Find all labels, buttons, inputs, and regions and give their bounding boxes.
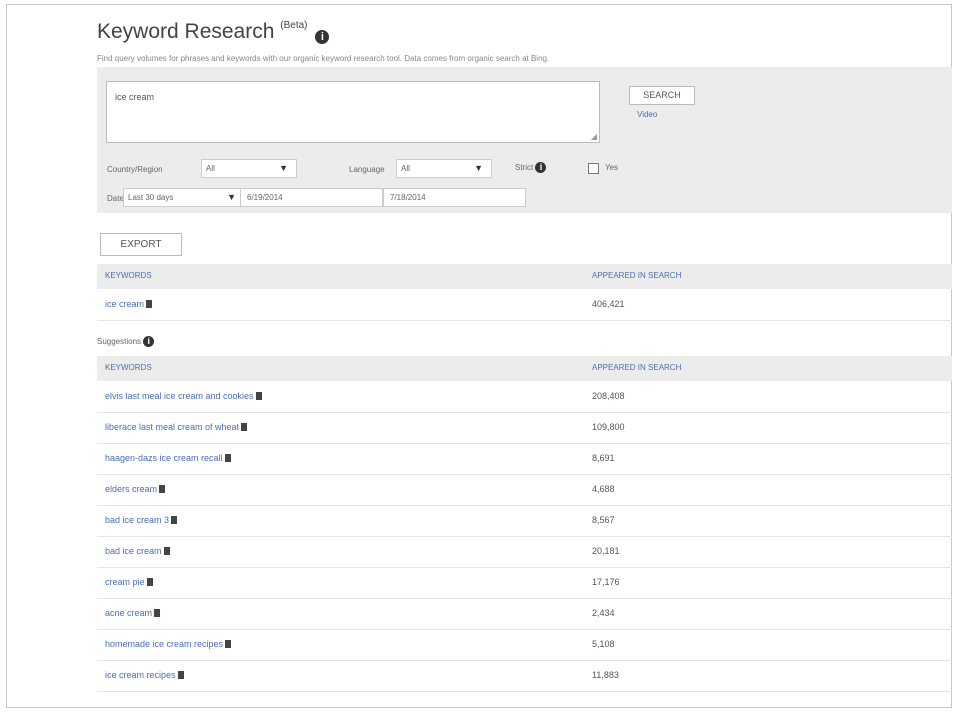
suggestions-label: Suggestions i <box>97 336 155 347</box>
appeared-count: 109,800 <box>592 422 625 432</box>
keyword-link[interactable]: bad ice cream 3 <box>105 515 178 525</box>
info-icon[interactable]: i <box>143 336 155 347</box>
language-value: All <box>401 164 410 173</box>
keyword-link[interactable]: elvis last meal ice cream and cookies <box>105 391 262 401</box>
keyword-text: bad ice cream 3 <box>105 515 170 525</box>
country-select[interactable]: All ▼ <box>201 159 297 178</box>
beta-badge: (Beta) <box>280 20 308 31</box>
copy-icon[interactable] <box>159 485 166 493</box>
keyword-text: liberace last meal cream of wheat <box>105 422 240 432</box>
table-row: cream pie 17,176 <box>97 568 952 599</box>
table-row: bad ice cream 3 8,567 <box>97 506 952 537</box>
keyword-link[interactable]: ice cream recipes <box>105 670 184 680</box>
table-row: elvis last meal ice cream and cookies 20… <box>97 382 952 413</box>
copy-icon[interactable] <box>146 300 153 308</box>
suggestions-table-header: KEYWORDS APPEARED IN SEARCH <box>97 356 952 381</box>
table-row: haagen-dazs ice cream recall 8,691 <box>97 444 952 475</box>
appeared-count: 20,181 <box>592 546 620 556</box>
appeared-count: 406,421 <box>592 299 625 309</box>
appeared-count: 8,567 <box>592 515 615 525</box>
dropdown-arrow-icon: ▼ <box>279 163 288 173</box>
strict-label-text: Strict <box>515 163 534 172</box>
appeared-count: 5,108 <box>592 639 615 649</box>
country-value: All <box>206 164 215 173</box>
keyword-text: bad ice cream <box>105 546 162 556</box>
keyword-text: ice cream recipes <box>105 670 176 680</box>
suggestions-label-text: Suggestions <box>97 337 142 346</box>
appeared-count: 8,691 <box>592 453 615 463</box>
table-row: ice cream recipes 11,883 <box>97 661 952 692</box>
copy-icon[interactable] <box>224 454 231 462</box>
appeared-column-header[interactable]: APPEARED IN SEARCH <box>592 363 681 372</box>
copy-icon[interactable] <box>177 671 184 679</box>
page-title-text: Keyword Research <box>97 20 275 43</box>
copy-icon[interactable] <box>146 578 153 586</box>
keyword-text: homemade ice cream recipes <box>105 639 224 649</box>
keyword-link[interactable]: ice cream <box>105 299 153 309</box>
export-button[interactable]: EXPORT <box>100 233 182 256</box>
keyword-link[interactable]: cream pie <box>105 577 153 587</box>
keyword-query-input[interactable]: ice cream ◢ <box>106 81 600 143</box>
appeared-count: 2,434 <box>592 608 615 618</box>
table-row: acne cream 2,434 <box>97 599 952 630</box>
page-subtitle: Find query volumes for phrases and keywo… <box>97 54 550 63</box>
resize-grip-icon[interactable]: ◢ <box>591 132 597 141</box>
strict-label: Strict i <box>515 162 547 173</box>
copy-icon[interactable] <box>225 640 232 648</box>
keyword-text: haagen-dazs ice cream recall <box>105 453 223 463</box>
table-row: liberace last meal cream of wheat 109,80… <box>97 413 952 444</box>
table-row: ice cream 406,421 <box>97 290 952 321</box>
keywords-column-header[interactable]: KEYWORDS <box>105 271 152 280</box>
country-label: Country/Region <box>107 165 163 174</box>
table-row: homemade ice cream recipes 5,108 <box>97 630 952 661</box>
appeared-count: 17,176 <box>592 577 620 587</box>
copy-icon[interactable] <box>171 516 178 524</box>
language-select[interactable]: All ▼ <box>396 159 492 178</box>
info-icon[interactable]: i <box>535 162 547 173</box>
keyword-text: cream pie <box>105 577 145 587</box>
table-header: KEYWORDS APPEARED IN SEARCH <box>97 264 952 289</box>
date-to-field[interactable]: 7/18/2014 <box>383 188 526 207</box>
keyword-text: elders cream <box>105 484 158 494</box>
strict-checkbox[interactable] <box>588 163 599 174</box>
page-title: Keyword Research (Beta) i <box>97 20 330 44</box>
dropdown-arrow-icon: ▼ <box>227 192 236 202</box>
video-link[interactable]: Video <box>637 110 657 119</box>
copy-icon[interactable] <box>255 392 262 400</box>
keywords-column-header[interactable]: KEYWORDS <box>105 363 152 372</box>
keyword-text: elvis last meal ice cream and cookies <box>105 391 254 401</box>
keyword-link[interactable]: homemade ice cream recipes <box>105 639 232 649</box>
dropdown-arrow-icon: ▼ <box>474 163 483 173</box>
date-range-value: Last 30 days <box>128 193 174 202</box>
appeared-count: 11,883 <box>592 670 619 680</box>
keyword-link[interactable]: bad ice cream <box>105 546 170 556</box>
appeared-column-header[interactable]: APPEARED IN SEARCH <box>592 271 681 280</box>
strict-yes-label: Yes <box>605 163 619 172</box>
keyword-text: ice cream <box>105 299 145 309</box>
info-icon[interactable]: i <box>315 30 330 44</box>
date-label: Date <box>107 194 124 203</box>
language-label: Language <box>349 165 385 174</box>
date-from-field[interactable]: 6/19/2014 <box>240 188 383 207</box>
appeared-count: 4,688 <box>592 484 615 494</box>
query-text: ice cream <box>115 92 155 102</box>
appeared-count: 208,408 <box>592 391 625 401</box>
keyword-link[interactable]: haagen-dazs ice cream recall <box>105 453 231 463</box>
keyword-link[interactable]: liberace last meal cream of wheat <box>105 422 248 432</box>
keyword-link[interactable]: elders cream <box>105 484 166 494</box>
table-row: elders cream 4,688 <box>97 475 952 506</box>
copy-icon[interactable] <box>241 423 248 431</box>
search-button[interactable]: SEARCH <box>629 86 695 105</box>
copy-icon[interactable] <box>154 609 161 617</box>
copy-icon[interactable] <box>163 547 170 555</box>
keyword-text: acne cream <box>105 608 153 618</box>
date-range-select[interactable]: Last 30 days ▼ <box>123 188 241 207</box>
keyword-link[interactable]: acne cream <box>105 608 161 618</box>
table-row: bad ice cream 20,181 <box>97 537 952 568</box>
search-panel: ice cream ◢ SEARCH Video Country/Region … <box>97 67 952 213</box>
